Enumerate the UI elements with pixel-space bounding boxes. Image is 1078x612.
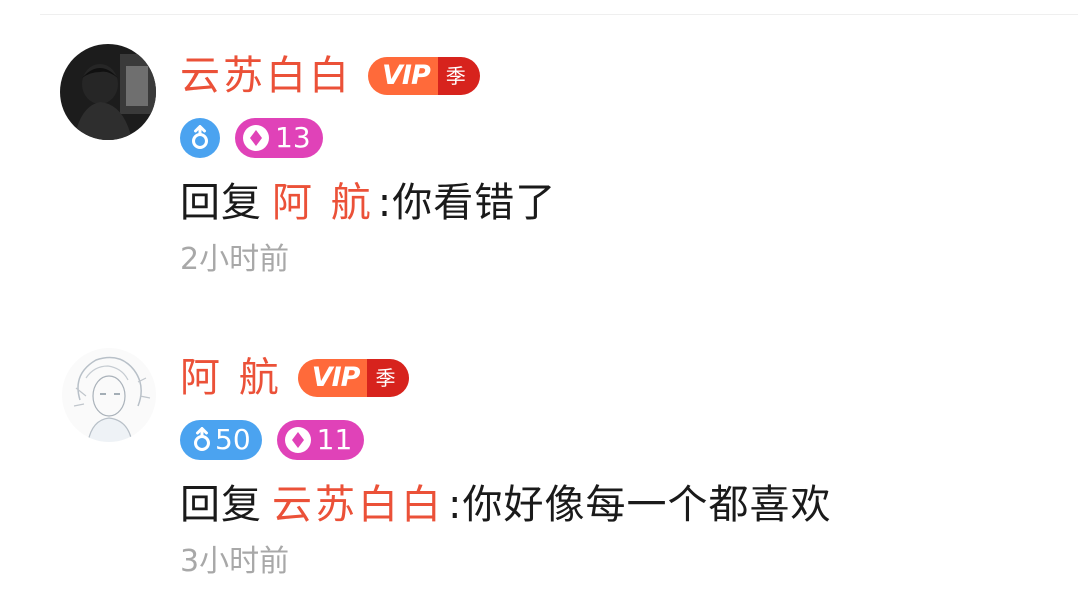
comment-time: 2小时前 bbox=[180, 242, 290, 277]
comment-text: :你看错了 bbox=[377, 180, 557, 226]
vip-season-label: 季 bbox=[367, 359, 410, 397]
comment-text: :你好像每一个都喜欢 bbox=[448, 482, 832, 528]
username[interactable]: 云苏白白 bbox=[180, 44, 352, 108]
fan-level-badge[interactable]: 13 bbox=[235, 118, 323, 158]
username[interactable]: 阿 航 bbox=[180, 346, 282, 410]
avatar-photo-icon bbox=[60, 44, 156, 140]
male-symbol-icon bbox=[189, 125, 211, 151]
comment-content: 回复阿 航:你看错了 bbox=[180, 176, 556, 230]
fan-level-badge[interactable]: 11 bbox=[276, 420, 365, 460]
avatar[interactable] bbox=[62, 348, 156, 442]
avatar[interactable] bbox=[60, 44, 156, 140]
fan-level-number: 13 bbox=[275, 121, 311, 154]
male-symbol-icon bbox=[191, 427, 213, 453]
comment-time: 3小时前 bbox=[180, 544, 290, 579]
reply-prefix: 回复 bbox=[180, 180, 262, 226]
fan-level-number: 11 bbox=[316, 423, 353, 456]
vip-season-badge[interactable]: VIP 季 bbox=[368, 57, 480, 95]
reply-mention[interactable]: 阿 航 bbox=[272, 180, 374, 226]
top-divider bbox=[40, 14, 1078, 15]
diamond-icon bbox=[283, 425, 313, 455]
level-badge[interactable] bbox=[180, 118, 220, 158]
reply-prefix: 回复 bbox=[180, 482, 262, 528]
diamond-icon bbox=[241, 123, 271, 153]
level-number: 50 bbox=[215, 423, 251, 456]
reply-mention[interactable]: 云苏白白 bbox=[272, 482, 444, 528]
level-badge[interactable]: 50 bbox=[180, 420, 262, 460]
vip-season-label: 季 bbox=[437, 57, 480, 95]
avatar-sketch-icon bbox=[62, 348, 156, 442]
vip-season-badge[interactable]: VIP 季 bbox=[297, 359, 410, 397]
vip-label: VIP bbox=[368, 57, 438, 95]
comment-content: 回复 云苏白白:你好像每一个都喜欢 bbox=[180, 478, 831, 532]
vip-label: VIP bbox=[297, 359, 368, 397]
